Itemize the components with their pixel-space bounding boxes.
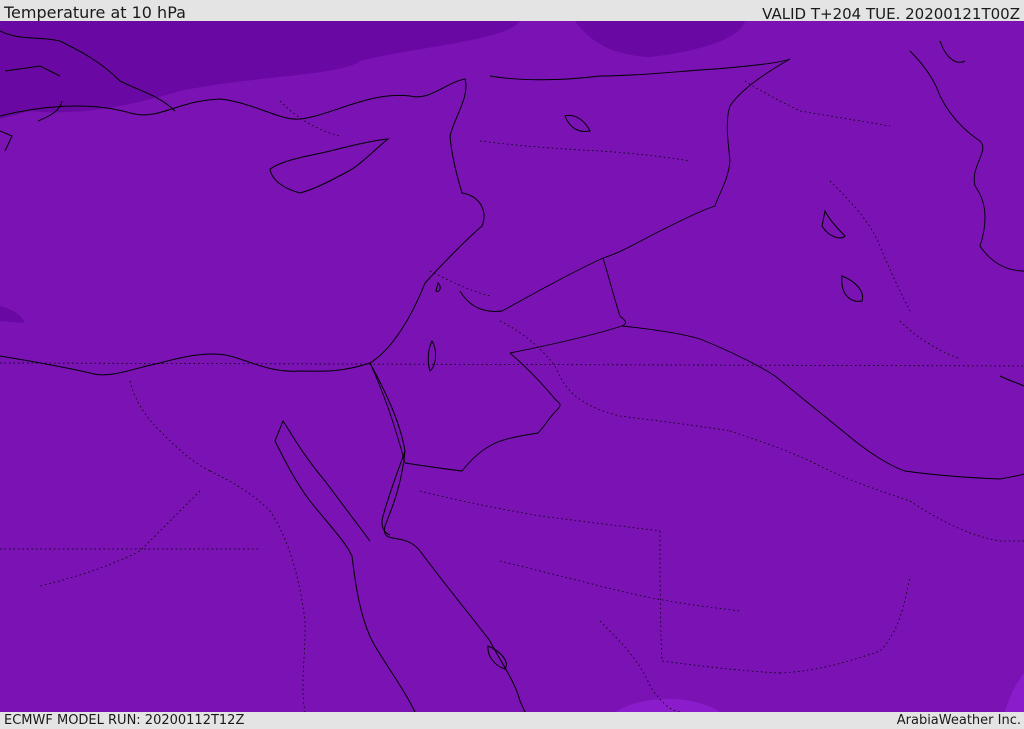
- model-run-label: ECMWF MODEL RUN: 20200112T12Z: [4, 713, 245, 728]
- map-panel[interactable]: [0, 21, 1024, 712]
- footer-bar: ECMWF MODEL RUN: 20200112T12Z ArabiaWeat…: [0, 712, 1024, 729]
- header-bar: Temperature at 10 hPa VALID T+204 TUE. 2…: [0, 0, 1024, 23]
- map-title: Temperature at 10 hPa: [4, 3, 186, 22]
- temperature-field: [0, 21, 1024, 712]
- map-canvas: [0, 21, 1024, 712]
- brand-label: ArabiaWeather Inc.: [896, 713, 1021, 728]
